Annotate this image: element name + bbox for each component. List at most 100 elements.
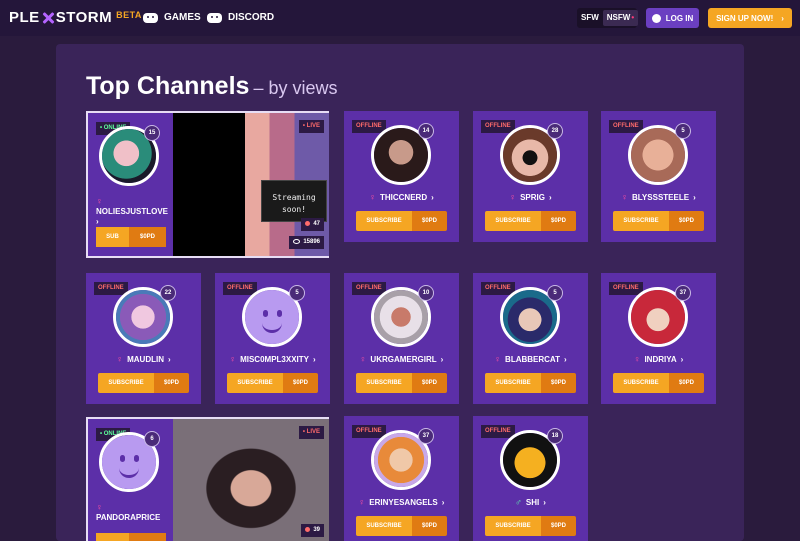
- price-button[interactable]: $0PD: [412, 373, 447, 393]
- status-badge: OFFLINE: [609, 120, 643, 133]
- total-views-count: 15896: [303, 239, 320, 245]
- subscribe-button[interactable]: SUBSCRIBE: [485, 373, 541, 393]
- channel-name[interactable]: ♀ UKRGAMERGIRL ›: [344, 354, 459, 364]
- sfw-option[interactable]: SFW: [577, 10, 603, 26]
- channel-card[interactable]: OFFLINE 5 ♀ BLABBERCAT › SUBSCRIBE $0PD: [473, 273, 588, 404]
- subscribe-button-group[interactable]: SUBSCRIBE $0PD: [613, 373, 704, 393]
- chevron-right-icon: ›: [693, 193, 696, 202]
- live-viewers-count: 47: [313, 221, 320, 227]
- channel-card[interactable]: OFFLINE 37 ♀ ERINYESANGELS › SUBSCRIBE $0PD: [344, 416, 459, 541]
- featured-channel-card[interactable]: • ONLINE 15 ♀ NOLIESJUSTLOVE › SUB $0PD …: [86, 111, 329, 258]
- subscribe-button[interactable]: SUBSCRIBE: [485, 211, 541, 231]
- channel-name-text: PANDORAPRICE: [96, 513, 161, 522]
- channel-card[interactable]: OFFLINE 22 ♀ MAUDLIN › SUBSCRIBE $0PD: [86, 273, 201, 404]
- live-stream-preview[interactable]: • LIVE Streaming soon! 47 15896: [173, 113, 329, 256]
- signup-label: SIGN UP NOW!: [716, 13, 774, 23]
- subscribe-button-group[interactable]: SUBSCRIBE $0PD: [485, 211, 576, 231]
- nav-discord-link[interactable]: DISCORD: [207, 12, 274, 23]
- subscribe-button-group[interactable]: SUBSCRIBE $0PD: [613, 211, 704, 231]
- subscribe-button-group[interactable]: SUBSCRIBE $0PD: [227, 373, 318, 393]
- subscribe-button[interactable]: SUBSCRIBE: [613, 373, 669, 393]
- subscribe-button-group[interactable]: [96, 533, 166, 541]
- channel-name[interactable]: ♀ BLABBERCAT ›: [473, 354, 588, 364]
- subscribe-button[interactable]: SUBSCRIBE: [98, 373, 154, 393]
- subscribe-button-group[interactable]: SUBSCRIBE $0PD: [356, 516, 447, 536]
- channel-name-text: INDRIYA: [644, 355, 677, 364]
- channel-card[interactable]: OFFLINE 37 ♀ INDRIYA › SUBSCRIBE $0PD: [601, 273, 716, 404]
- page-title: Top Channels – by views: [86, 72, 337, 101]
- price-button[interactable]: $0PD: [669, 373, 704, 393]
- user-icon: [651, 13, 661, 23]
- status-badge: OFFLINE: [352, 120, 386, 133]
- price-button[interactable]: $0PD: [412, 516, 447, 536]
- channel-name[interactable]: ♀ THICCNERD ›: [344, 192, 459, 202]
- channel-card[interactable]: OFFLINE 5 ♀ MISC0MPL3XXITY › SUBSCRIBE $0PD: [215, 273, 330, 404]
- subscribe-button[interactable]: SUBSCRIBE: [613, 211, 669, 231]
- subscribe-button[interactable]: SUBSCRIBE: [356, 211, 412, 231]
- female-icon: ♀: [96, 196, 103, 206]
- chevron-right-icon: ›: [680, 355, 684, 364]
- subscribe-button-group[interactable]: SUB $0PD: [96, 227, 166, 247]
- price-button[interactable]: $0PD: [669, 211, 704, 231]
- viewer-count-badge: 37: [418, 428, 434, 444]
- channel-name-text: THICCNERD: [379, 193, 428, 202]
- subscribe-button[interactable]: SUBSCRIBE: [227, 373, 283, 393]
- channel-name[interactable]: ♀ SPRIG ›: [473, 192, 588, 202]
- price-button[interactable]: $0PD: [541, 516, 576, 536]
- signup-button[interactable]: SIGN UP NOW! ›: [708, 8, 792, 28]
- viewer-count-badge: 15: [144, 125, 160, 141]
- price-button[interactable]: $0PD: [154, 373, 189, 393]
- female-icon: ♀: [116, 354, 124, 364]
- price-button[interactable]: $0PD: [412, 211, 447, 231]
- channel-card[interactable]: OFFLINE 28 ♀ SPRIG › SUBSCRIBE $0PD: [473, 111, 588, 242]
- subscribe-button-group[interactable]: SUBSCRIBE $0PD: [485, 373, 576, 393]
- channel-name[interactable]: ♀ MISC0MPL3XXITY ›: [215, 354, 330, 364]
- eye-icon: [293, 238, 301, 244]
- price-button[interactable]: [129, 533, 166, 541]
- subscribe-button[interactable]: SUBSCRIBE: [485, 516, 541, 536]
- female-icon: ♀: [369, 192, 376, 202]
- channel-card[interactable]: OFFLINE 5 ♀ BLYSSSTEELE › SUBSCRIBE $0PD: [601, 111, 716, 242]
- channel-name[interactable]: ♀ PANDORAPRICE: [96, 502, 160, 523]
- channel-card[interactable]: OFFLINE 10 ♀ UKRGAMERGIRL › SUBSCRIBE $0PD: [344, 273, 459, 404]
- subscribe-button[interactable]: SUBSCRIBE: [356, 516, 412, 536]
- total-views-badge: 15896: [289, 236, 324, 249]
- subscribe-button[interactable]: SUBSCRIBE: [356, 373, 412, 393]
- site-logo[interactable]: PLE STORM BETA: [9, 9, 142, 26]
- person-icon: [305, 526, 311, 532]
- channel-name[interactable]: ♀ NOLIESJUSTLOVE ›: [96, 196, 168, 227]
- subscribe-button-group[interactable]: SUBSCRIBE $0PD: [485, 516, 576, 536]
- female-icon: ♀: [229, 354, 237, 364]
- channel-card[interactable]: OFFLINE 18 ♂ SHI › SUBSCRIBE $0PD: [473, 416, 588, 541]
- price-button[interactable]: $0PD: [283, 373, 318, 393]
- channel-name[interactable]: ♀ ERINYESANGELS ›: [344, 497, 459, 507]
- status-badge: OFFLINE: [94, 282, 128, 295]
- sfw-toggle[interactable]: SFW NSFW: [577, 8, 639, 28]
- price-button[interactable]: $0PD: [541, 211, 576, 231]
- price-button[interactable]: $0PD: [129, 227, 166, 247]
- viewer-count-badge: 28: [547, 123, 563, 139]
- live-badge: • LIVE: [298, 426, 324, 439]
- nsfw-option[interactable]: NSFW: [602, 10, 639, 26]
- live-stream-preview[interactable]: • LIVE 39: [173, 419, 329, 541]
- subscribe-button[interactable]: [96, 533, 129, 541]
- price-button[interactable]: $0PD: [541, 373, 576, 393]
- subscribe-button-group[interactable]: SUBSCRIBE $0PD: [356, 211, 447, 231]
- nav-discord-label: DISCORD: [228, 12, 275, 23]
- chevron-right-icon: ›: [312, 355, 316, 364]
- subscribe-button[interactable]: SUB: [96, 227, 129, 247]
- subscribe-button-group[interactable]: SUBSCRIBE $0PD: [356, 373, 447, 393]
- nav-games-link[interactable]: GAMES: [143, 12, 201, 23]
- featured-info: • ONLINE 6 ♀ PANDORAPRICE: [88, 419, 173, 541]
- channel-card[interactable]: OFFLINE 14 ♀ THICCNERD › SUBSCRIBE $0PD: [344, 111, 459, 242]
- channel-name[interactable]: ♂ SHI ›: [473, 497, 588, 507]
- subscribe-button-group[interactable]: SUBSCRIBE $0PD: [98, 373, 189, 393]
- channel-name[interactable]: ♀ MAUDLIN ›: [86, 354, 201, 364]
- login-button[interactable]: LOG IN: [646, 8, 699, 28]
- discord-icon: [207, 12, 222, 23]
- viewer-count-badge: 22: [160, 285, 176, 301]
- channel-name[interactable]: ♀ BLYSSSTEELE ›: [601, 192, 716, 202]
- channel-name[interactable]: ♀ INDRIYA ›: [601, 354, 716, 364]
- chevron-right-icon: ›: [431, 193, 434, 202]
- featured-channel-card[interactable]: • ONLINE 6 ♀ PANDORAPRICE • LIVE 39: [86, 417, 329, 541]
